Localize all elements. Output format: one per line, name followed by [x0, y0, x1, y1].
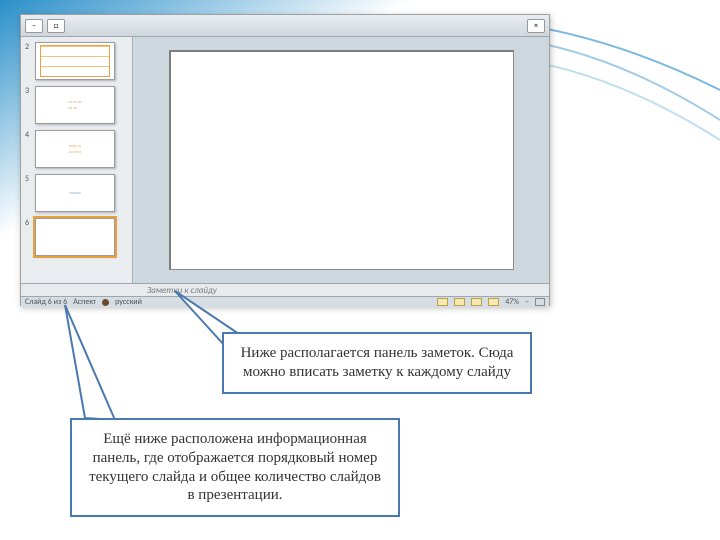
close-button[interactable]: ×: [527, 19, 545, 33]
callout-statusbar: Ещё ниже расположена информационная пане…: [70, 418, 400, 517]
slide-thumbnail[interactable]: ▭▭▭: [35, 174, 115, 212]
thumb-number: 6: [25, 218, 32, 228]
thumb-number: 3: [25, 86, 32, 96]
workspace: 2 3 ▭ ▭ ▭▭ ▭ 4 ▭▭ ▭▭ ▭▭ 5 ▭▭▭ 6: [21, 37, 549, 283]
thumb-row[interactable]: 5 ▭▭▭: [21, 172, 132, 216]
slide-thumbnail[interactable]: ▭▭ ▭▭ ▭▭: [35, 130, 115, 168]
thumb-number: 5: [25, 174, 32, 184]
slide-thumbnail[interactable]: [35, 42, 115, 80]
powerpoint-window: – □ × 2 3 ▭ ▭ ▭▭ ▭ 4 ▭▭ ▭▭ ▭▭ 5 ▭▭▭ 6: [20, 14, 550, 306]
slide-thumbnail[interactable]: [35, 218, 115, 256]
thumb-row[interactable]: 2: [21, 40, 132, 84]
thumb-number: 4: [25, 130, 32, 140]
zoom-label: 47%: [505, 297, 519, 307]
window-titlebar: – □ ×: [21, 15, 549, 37]
callout-tail: [60, 300, 150, 430]
slide-editor-area[interactable]: [133, 37, 549, 283]
view-normal-button[interactable]: [437, 298, 448, 306]
thumb-row[interactable]: 3 ▭ ▭ ▭▭ ▭: [21, 84, 132, 128]
zoom-out-button[interactable]: –: [525, 297, 529, 307]
thumb-number: 2: [25, 42, 32, 52]
thumb-row[interactable]: 6: [21, 216, 132, 260]
callout-notes: Ниже располагается панель заметок. Сюда …: [222, 332, 532, 394]
thumbnail-panel[interactable]: 2 3 ▭ ▭ ▭▭ ▭ 4 ▭▭ ▭▭ ▭▭ 5 ▭▭▭ 6: [21, 37, 133, 283]
zoom-fit-button[interactable]: [535, 298, 545, 306]
view-show-button[interactable]: [471, 298, 482, 306]
view-sorter-button[interactable]: [454, 298, 465, 306]
maximize-button[interactable]: □: [47, 19, 65, 33]
view-reading-button[interactable]: [488, 298, 499, 306]
slide-thumbnail[interactable]: ▭ ▭ ▭▭ ▭: [35, 86, 115, 124]
minimize-button[interactable]: –: [25, 19, 43, 33]
current-slide[interactable]: [169, 50, 514, 270]
thumb-row[interactable]: 4 ▭▭ ▭▭ ▭▭: [21, 128, 132, 172]
